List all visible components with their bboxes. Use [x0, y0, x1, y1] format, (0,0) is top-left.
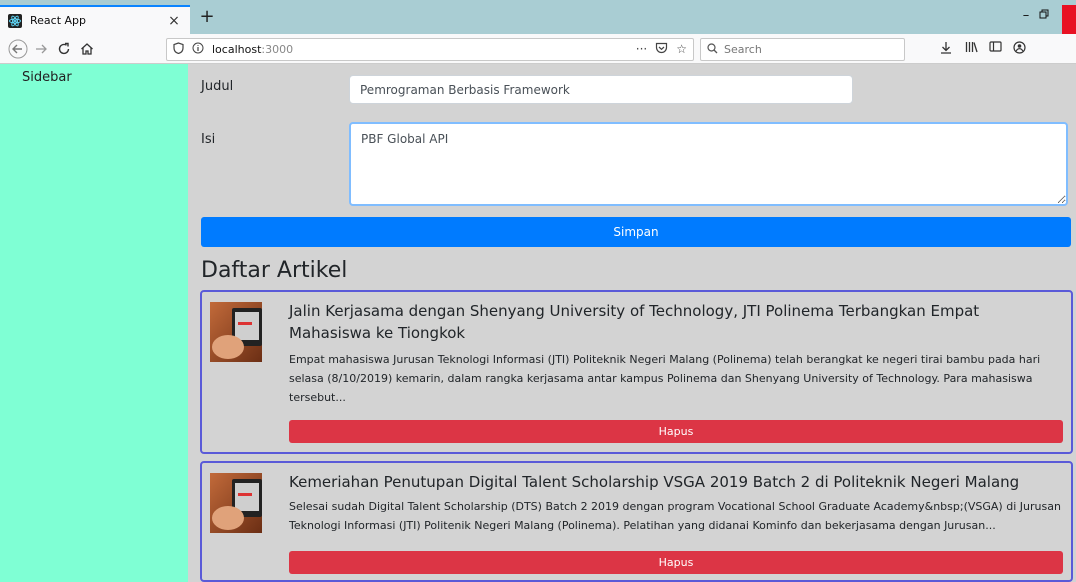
url-port: :3000: [261, 43, 294, 56]
plus-icon[interactable]: +: [196, 8, 218, 26]
shield-icon[interactable]: [173, 42, 184, 57]
article-thumbnail: [210, 473, 262, 533]
forward-icon[interactable]: [32, 39, 50, 59]
tab-title: React App: [30, 14, 87, 27]
search-icon: [707, 42, 718, 57]
search-bar[interactable]: [700, 38, 905, 61]
download-icon[interactable]: [937, 41, 955, 57]
url-bar[interactable]: localhost:3000 ··· ☆: [166, 38, 694, 61]
article-description: Empat mahasiswa Jurusan Teknologi Inform…: [289, 353, 1041, 404]
minimize-icon[interactable]: –: [1016, 8, 1036, 23]
tab-react-app[interactable]: React App ×: [0, 5, 190, 34]
simpan-button[interactable]: Simpan: [201, 217, 1071, 247]
restore-icon[interactable]: [1034, 8, 1054, 23]
sidebar-icon[interactable]: [986, 41, 1004, 55]
main-content: Judul Isi PBF Global API Simpan Daftar A…: [188, 64, 1076, 582]
home-icon[interactable]: [78, 39, 96, 59]
account-icon[interactable]: [1010, 41, 1028, 57]
article-thumbnail: [210, 302, 262, 362]
tab-bar: React App × + –: [0, 0, 1076, 34]
hapus-button[interactable]: Hapus: [289, 551, 1063, 574]
judul-label: Judul: [201, 79, 234, 94]
navigation-toolbar: localhost:3000 ··· ☆: [0, 34, 1076, 64]
url-host: localhost: [212, 43, 262, 56]
pocket-icon[interactable]: [655, 42, 668, 57]
isi-label: Isi: [201, 132, 216, 147]
library-icon[interactable]: [962, 41, 980, 56]
window-close-button[interactable]: [1062, 5, 1076, 34]
hapus-button[interactable]: Hapus: [289, 420, 1063, 443]
isi-textarea[interactable]: PBF Global API: [349, 122, 1068, 206]
article-title: Kemeriahan Penutupan Digital Talent Scho…: [289, 473, 1020, 491]
sidebar: Sidebar: [0, 64, 188, 582]
articles-heading: Daftar Artikel: [201, 258, 348, 283]
sidebar-label: Sidebar: [22, 70, 72, 85]
article-card: Kemeriahan Penutupan Digital Talent Scho…: [200, 461, 1073, 582]
close-icon[interactable]: ×: [166, 13, 182, 29]
react-icon: [8, 13, 22, 28]
article-card: Jalin Kerjasama dengan Shenyang Universi…: [200, 290, 1073, 454]
judul-input[interactable]: [349, 75, 853, 104]
article-description: Selesai sudah Digital Talent Scholarship…: [289, 500, 1061, 532]
star-icon[interactable]: ☆: [676, 42, 687, 57]
reload-icon[interactable]: [55, 39, 73, 59]
back-icon[interactable]: [8, 39, 28, 59]
more-icon[interactable]: ···: [636, 42, 647, 57]
info-icon[interactable]: [192, 42, 204, 57]
article-title: Jalin Kerjasama dengan Shenyang Universi…: [289, 302, 980, 342]
search-input[interactable]: [724, 43, 894, 56]
